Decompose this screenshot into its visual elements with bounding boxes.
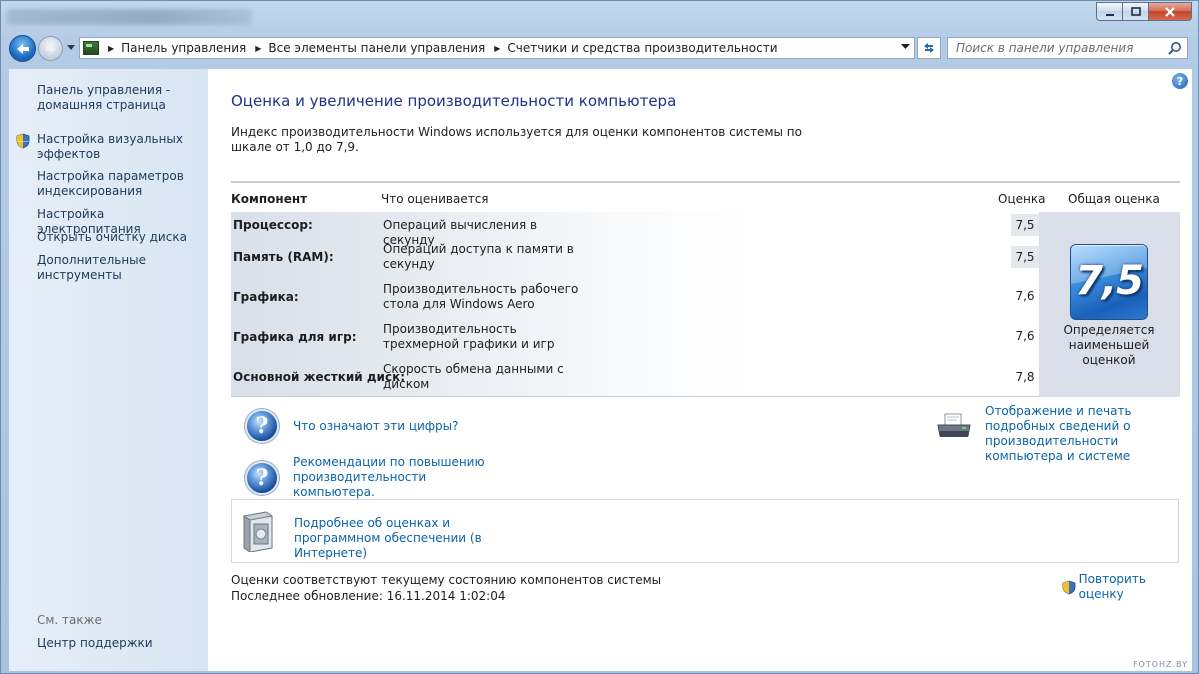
refresh-button[interactable] — [917, 37, 941, 59]
back-button[interactable] — [9, 35, 36, 62]
address-bar[interactable]: ▶ Панель управления ▶ Все элементы панел… — [79, 37, 915, 59]
breadcrumb-control-panel[interactable]: Панель управления — [121, 41, 246, 55]
score-table-header: Компонент Что оценивается Оценка Общая о… — [231, 181, 1180, 212]
title-bar — [1, 1, 1198, 31]
sidebar-link-action-center[interactable]: Центр поддержки — [37, 636, 207, 651]
overall-score-value: 7,5 — [1075, 258, 1144, 304]
window-title-blurred — [7, 9, 252, 25]
more-online-link[interactable]: Подробнее об оценках и программном обесп… — [294, 516, 534, 561]
help-question-icon: ? — [245, 460, 279, 495]
sidebar: Панель управления - домашняя страница На… — [9, 69, 208, 671]
overall-score-badge: 7,5 — [1070, 244, 1148, 320]
printer-icon — [937, 413, 971, 437]
main-content: ? Оценка и увеличение производительности… — [208, 69, 1192, 671]
address-dropdown-icon[interactable] — [901, 44, 910, 50]
score-table: Компонент Что оценивается Оценка Общая о… — [231, 181, 1180, 397]
breadcrumb-separator-icon[interactable]: ▶ — [108, 44, 114, 53]
header-overall: Общая оценка — [1068, 192, 1160, 206]
sidebar-link-indexing[interactable]: Настройка параметров индексирования — [37, 169, 187, 199]
page-title: Оценка и увеличение производительности к… — [231, 92, 677, 110]
question-mark-icon: ? — [1176, 74, 1184, 88]
row-score: 7,6 — [1015, 289, 1035, 303]
print-details-link[interactable]: Отображение и печать подробных сведений … — [985, 404, 1185, 464]
close-icon — [1165, 6, 1175, 17]
window: ▶ Панель управления ▶ Все элементы панел… — [0, 0, 1199, 674]
more-info-box: Подробнее об оценках и программном обесп… — [231, 499, 1179, 563]
header-score: Оценка — [998, 192, 1046, 206]
row-component: Основной жесткий диск: — [233, 370, 406, 384]
row-score: 7,8 — [1015, 370, 1035, 384]
minimize-icon — [1105, 13, 1114, 16]
tips-item: ? Рекомендации по повышению производител… — [245, 455, 493, 500]
row-what: Производительность рабочего стола для Wi… — [383, 282, 579, 311]
help-question-icon: ? — [245, 409, 279, 443]
refresh-icon — [924, 43, 934, 53]
row-component: Графика: — [233, 290, 299, 304]
last-update-text: Последнее обновление: 16.11.2014 1:02:04 — [231, 589, 506, 603]
navigation-bar: ▶ Панель управления ▶ Все элементы панел… — [1, 33, 1198, 63]
header-what: Что оценивается — [381, 192, 489, 206]
breadcrumb: ▶ Панель управления ▶ Все элементы панел… — [99, 41, 778, 55]
tips-link[interactable]: Рекомендации по повышению производительн… — [293, 455, 493, 500]
row-score: 7,5 — [1011, 214, 1039, 236]
see-also-label: См. также — [37, 613, 102, 627]
rerun-assessment-link[interactable]: Повторить оценку — [1079, 572, 1192, 602]
uac-shield-icon — [1062, 580, 1076, 594]
search-input[interactable] — [948, 38, 1158, 58]
intro-text: Индекс производительности Windows исполь… — [231, 125, 802, 154]
window-controls — [1096, 2, 1192, 21]
chevron-down-icon — [67, 45, 75, 50]
what-numbers-mean-item: ? Что означают эти цифры? — [245, 409, 459, 443]
recent-pages-button[interactable] — [65, 42, 77, 54]
what-numbers-mean-link[interactable]: Что означают эти цифры? — [293, 419, 459, 434]
row-component: Процессор: — [233, 218, 313, 232]
sidebar-link-disk-cleanup[interactable]: Открыть очистку диска — [37, 230, 207, 245]
arrow-left-icon — [16, 43, 29, 54]
row-what: Скорость обмена данными с диском — [383, 362, 564, 391]
row-what: Операций доступа к памяти в секунду — [383, 242, 574, 271]
arrow-right-icon — [45, 44, 56, 53]
breadcrumb-performance[interactable]: Счетчики и средства производительности — [507, 41, 777, 55]
maximize-icon — [1130, 6, 1141, 16]
close-button[interactable] — [1148, 2, 1192, 21]
row-what: Производительность трехмерной графики и … — [383, 322, 555, 351]
software-box-icon — [243, 511, 273, 552]
row-score: 7,6 — [1015, 329, 1035, 343]
sidebar-link-visual-effects[interactable]: Настройка визуальных эффектов — [37, 132, 187, 162]
row-component: Память (RAM): — [233, 250, 334, 264]
sidebar-link-advanced-tools[interactable]: Дополнительные инструменты — [37, 253, 157, 283]
rerun-assessment-item: Повторить оценку — [1062, 572, 1192, 602]
breadcrumb-all-items[interactable]: Все элементы панели управления — [268, 41, 485, 55]
score-table-body: Процессор: Операций вычисления в секунду… — [231, 212, 1180, 397]
forward-button[interactable] — [38, 36, 63, 61]
row-component: Графика для игр: — [233, 330, 357, 344]
watermark-text: FOTOHZ.BY — [1132, 660, 1188, 669]
minimize-button[interactable] — [1096, 2, 1122, 21]
search-box — [947, 37, 1188, 59]
search-icon[interactable] — [1168, 41, 1182, 55]
row-score: 7,5 — [1011, 246, 1039, 268]
overall-score-caption: Определяется наименьшей оценкой — [1063, 323, 1155, 367]
status-text: Оценки соответствуют текущему состоянию … — [231, 573, 662, 587]
sidebar-link-home[interactable]: Панель управления - домашняя страница — [37, 83, 187, 113]
help-button[interactable]: ? — [1172, 73, 1188, 89]
breadcrumb-separator-icon[interactable]: ▶ — [494, 44, 500, 53]
control-panel-icon — [83, 41, 99, 55]
maximize-button[interactable] — [1122, 2, 1148, 21]
uac-shield-icon — [16, 133, 30, 149]
header-component: Компонент — [231, 192, 308, 206]
breadcrumb-separator-icon[interactable]: ▶ — [255, 44, 261, 53]
